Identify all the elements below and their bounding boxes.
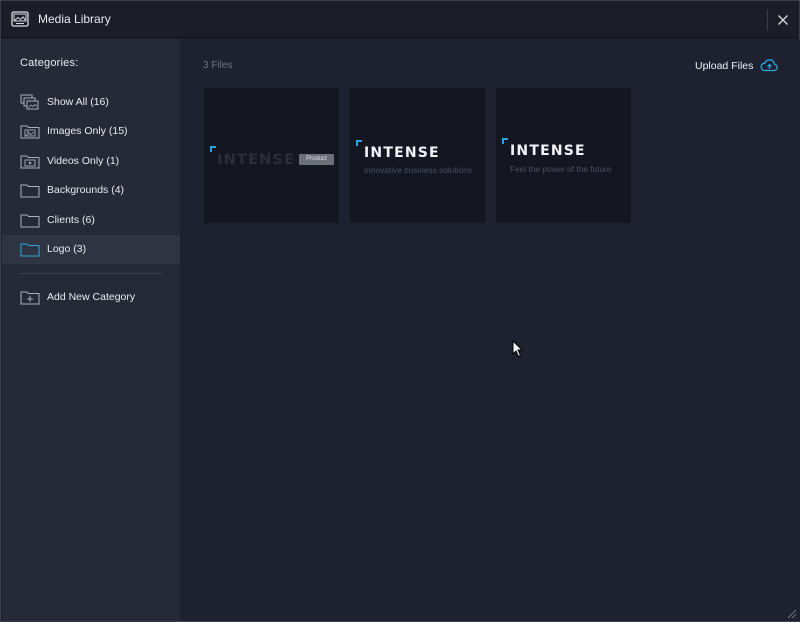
- media-grid-panel: 3 Files Upload Files INTENSE Product INT…: [180, 39, 800, 621]
- video-folder-icon: [20, 155, 40, 169]
- category-clients[interactable]: Clients (6): [2, 206, 180, 235]
- category-label: Images Only (15): [47, 125, 128, 138]
- mouse-cursor-icon: [512, 340, 524, 358]
- image-folder-icon: [20, 125, 40, 139]
- category-label: Logo (3): [47, 242, 87, 255]
- cloud-upload-icon: [760, 59, 778, 72]
- logo-mark: [502, 138, 508, 144]
- category-logo[interactable]: Logo (3): [2, 234, 180, 265]
- category-images-only[interactable]: Images Only (15): [2, 117, 180, 146]
- category-label: Videos Only (1): [47, 154, 120, 167]
- logo-mark: [210, 146, 216, 152]
- folder-icon: [20, 243, 40, 257]
- category-show-all[interactable]: Show All (16): [2, 88, 180, 117]
- add-category-label: Add New Category: [47, 291, 136, 303]
- categories-sidebar: Categories: Show All (16) Images Only (1…: [2, 39, 180, 621]
- add-folder-icon: [20, 291, 40, 305]
- file-count: 3 Files: [203, 60, 233, 71]
- logo-tagline: Feel the power of the future: [510, 164, 612, 174]
- add-category-button[interactable]: Add New Category: [2, 285, 180, 309]
- gallery-icon: [20, 94, 39, 110]
- category-label: Show All (16): [47, 96, 109, 108]
- category-backgrounds[interactable]: Backgrounds (4): [2, 176, 180, 205]
- logo-text: INTENSE: [217, 152, 296, 168]
- window-title: Media Library: [38, 12, 111, 26]
- media-thumbnail[interactable]: INTENSE Innovative business solutions: [350, 88, 485, 223]
- sidebar-divider: [20, 273, 162, 274]
- close-icon[interactable]: [773, 10, 793, 30]
- category-videos-only[interactable]: Videos Only (1): [2, 147, 180, 176]
- category-label: Clients (6): [47, 213, 95, 226]
- category-label: Backgrounds (4): [47, 184, 125, 197]
- media-thumbnail[interactable]: INTENSE Feel the power of the future: [496, 88, 631, 223]
- categories-heading: Categories:: [20, 57, 79, 69]
- media-thumbnail[interactable]: INTENSE Product: [204, 88, 339, 223]
- title-separator: [767, 10, 768, 30]
- logo-text: INTENSE: [510, 143, 586, 159]
- category-list: Show All (16) Images Only (15) Videos On…: [2, 88, 180, 265]
- logo-mark: [356, 140, 362, 146]
- folder-icon: [20, 214, 40, 228]
- folder-icon: [20, 184, 40, 198]
- upload-files-label: Upload Files: [695, 60, 754, 72]
- resize-grip-icon[interactable]: [787, 609, 797, 619]
- thumbnail-grid: INTENSE Product INTENSE Innovative busin…: [204, 88, 644, 223]
- media-library-window: Media Library Categories: Show All (16): [0, 0, 800, 622]
- title-bar: Media Library: [1, 1, 799, 38]
- logo-text: INTENSE: [364, 145, 440, 161]
- logo-tagline: Innovative business solutions: [364, 165, 472, 175]
- media-library-icon: [11, 11, 29, 27]
- product-badge: Product: [299, 154, 334, 165]
